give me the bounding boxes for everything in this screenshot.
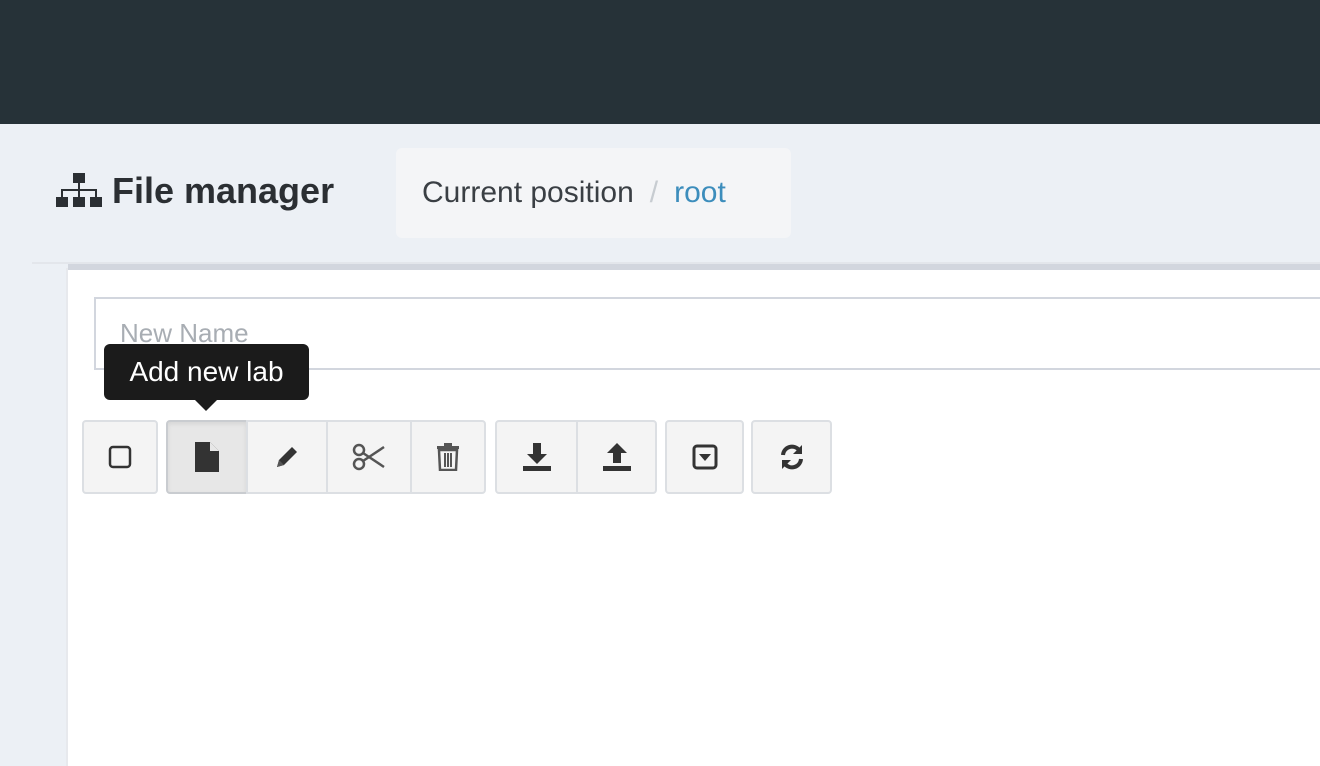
upload-icon: [602, 442, 632, 472]
refresh-button[interactable]: [751, 420, 832, 494]
breadcrumb-root-link[interactable]: root: [674, 176, 726, 210]
tooltip: Add new lab: [104, 344, 309, 411]
breadcrumb-label: Current position: [422, 176, 634, 209]
breadcrumb-separator: /: [649, 176, 659, 209]
refresh-icon: [778, 443, 806, 471]
cut-button[interactable]: [326, 420, 412, 494]
import-button[interactable]: [576, 420, 657, 494]
trash-icon: [436, 443, 460, 471]
select-all-button[interactable]: [82, 420, 158, 494]
checkbox-icon: [108, 445, 132, 469]
delete-button[interactable]: [410, 420, 486, 494]
filter-button[interactable]: [665, 420, 744, 494]
download-icon: [522, 442, 552, 472]
scissors-icon: [352, 443, 386, 471]
breadcrumb: Current position / root: [396, 148, 791, 238]
page-title: File manager: [56, 168, 334, 214]
box-left-edge: [66, 268, 68, 766]
file-icon: [194, 441, 220, 473]
export-button[interactable]: [495, 420, 578, 494]
dropdown-box-icon: [692, 444, 718, 470]
sitemap-icon: [56, 171, 102, 211]
tooltip-text: Add new lab: [129, 356, 284, 387]
rename-button[interactable]: [246, 420, 328, 494]
pencil-icon: [273, 443, 301, 471]
add-new-lab-button[interactable]: [166, 420, 248, 494]
top-navbar: [0, 0, 1320, 124]
page-title-text: File manager: [112, 170, 335, 211]
tooltip-arrow: [195, 400, 217, 411]
